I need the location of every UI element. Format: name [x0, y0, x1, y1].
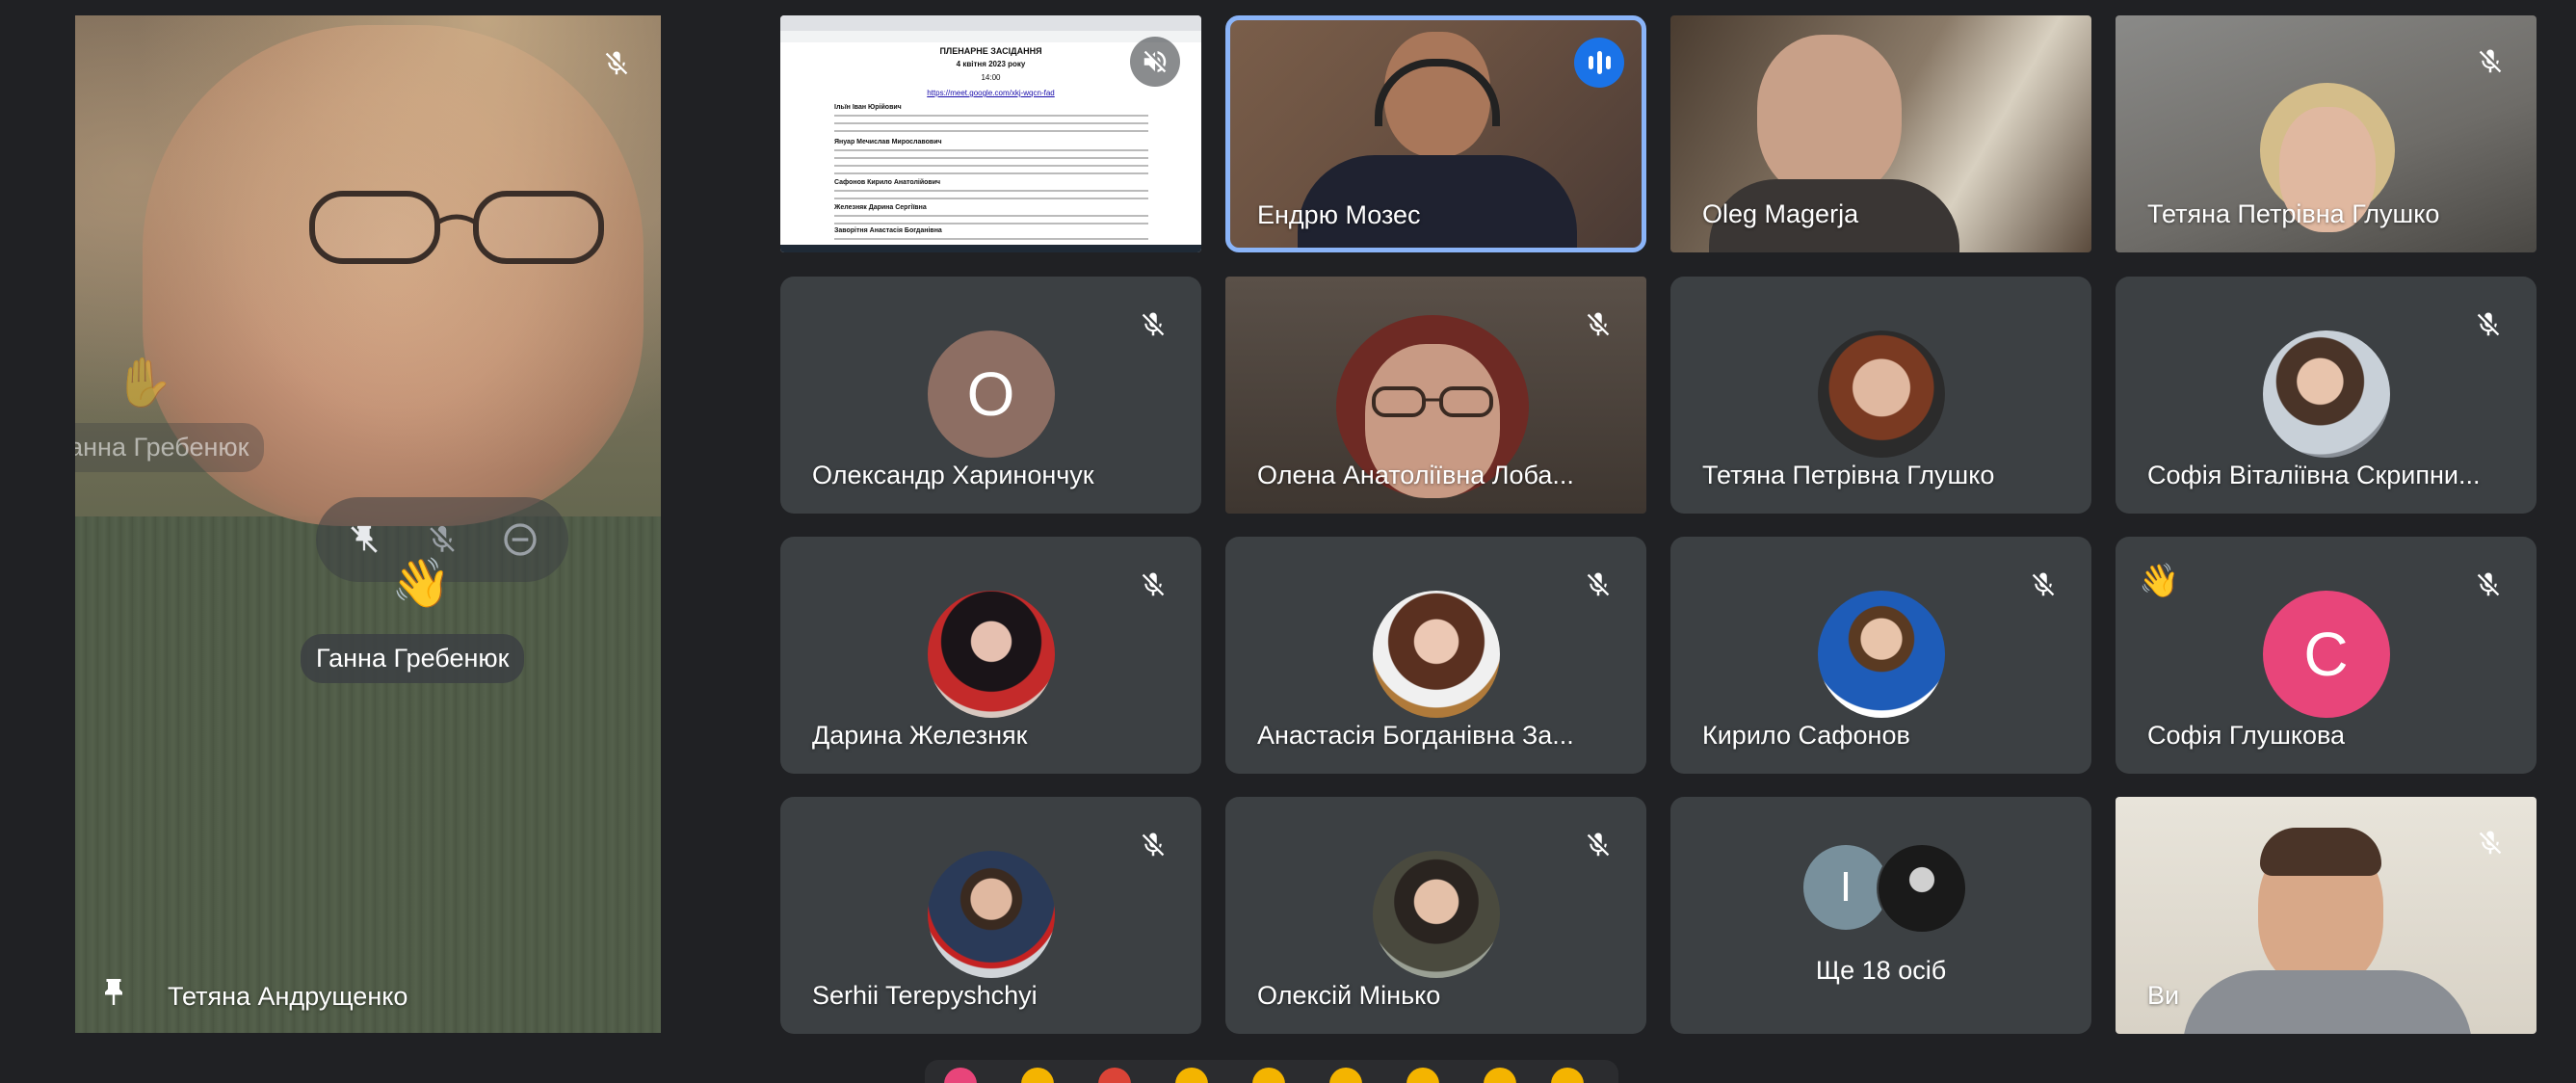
doc-text-block: [834, 115, 1148, 132]
participant-name: Олексій Мінько: [1257, 981, 1441, 1010]
participant-name: Ендрю Мозес: [1257, 200, 1421, 229]
doc-line: Януар Мечислав Мирославович: [834, 139, 942, 145]
more-participants-label: Ще 18 осіб: [1815, 956, 1947, 985]
avatar-photo: [1817, 591, 1945, 718]
participant-name: Анастасія Богданівна За...: [1257, 721, 1574, 750]
audio-wave-icon: [1574, 38, 1624, 88]
tile-glushko-photo[interactable]: Тетяна Петрівна Глушко: [1670, 277, 2091, 514]
doc-text-block: [834, 149, 1148, 174]
hand-label-ghost: Ганна Гребенюк: [75, 423, 265, 472]
tile-kharynonchuk[interactable]: О Олександр Харинончук: [780, 277, 1201, 514]
mic-off-icon: [1573, 300, 1623, 350]
participant-head: [1757, 35, 1902, 198]
tile-screen-share[interactable]: ПЛЕНАРНЕ ЗАСІДАННЯ 4 квітня 2023 року 14…: [780, 15, 1201, 252]
tile-endrew-mozes[interactable]: Ендрю Мозес: [1225, 15, 1646, 252]
mic-off-icon: [2465, 818, 2515, 868]
browser-bar: [780, 15, 1201, 31]
avatar-letter: С: [2262, 591, 2390, 718]
tile-zhelezniak[interactable]: Дарина Железняк: [780, 537, 1201, 774]
avatar-photo: [927, 591, 1055, 718]
participant-name: Ви: [2147, 981, 2180, 1010]
browser-url-bar: [780, 31, 1201, 42]
reactions-bar[interactable]: [925, 1060, 1618, 1083]
avatar-photo: [1372, 851, 1500, 978]
reaction-sad-icon[interactable]: [1406, 1068, 1439, 1083]
doc-text-block: [834, 190, 1148, 199]
tile-self[interactable]: Ви: [2116, 797, 2537, 1034]
unpin-icon[interactable]: [340, 515, 388, 564]
participant-name: Кирило Сафонов: [1702, 721, 1910, 750]
mic-off-icon: [1128, 820, 1178, 870]
mic-off-icon: [2018, 560, 2068, 610]
pinned-participant-name: Тетяна Андрущенко: [168, 982, 408, 1011]
avatar-photo: [1877, 843, 1967, 934]
tile-terepyshchyi[interactable]: Serhii Terepyshchyi: [780, 797, 1201, 1034]
tile-more-participants[interactable]: І Ще 18 осіб: [1670, 797, 2091, 1034]
participant-body: [2183, 970, 2472, 1034]
reaction-heart-icon[interactable]: [944, 1068, 977, 1083]
avatar-photo: [927, 851, 1055, 978]
hand-label: Ганна Гребенюк: [301, 634, 525, 683]
raised-hand-icon: 👋: [2139, 563, 2180, 599]
participant-name: Тетяна Петрівна Глушко: [1702, 461, 1995, 489]
mic-off-icon: [2465, 37, 2515, 87]
mic-off-icon: [1128, 560, 1178, 610]
raised-hand-ghost-icon: ✋: [114, 356, 174, 409]
participant-name: Serhii Terepyshchyi: [812, 981, 1038, 1010]
speaker-hair: [75, 15, 661, 555]
glasses-shape: [1372, 386, 1493, 417]
tile-lobanova[interactable]: Олена Анатоліївна Лоба...: [1225, 277, 1646, 514]
pinned-tile-andrushchenko[interactable]: ✋ Ганна Гребенюк 👋 Ганна Гребенюк Тетяна…: [75, 15, 661, 1033]
mic-off-icon: [1128, 300, 1178, 350]
participant-name: Олена Анатоліївна Лоба...: [1257, 461, 1574, 489]
reaction-think-icon[interactable]: [1484, 1068, 1516, 1083]
pin-icon: [96, 976, 131, 1016]
mic-off-icon: [1573, 560, 1623, 610]
meet-stage: ✋ Ганна Гребенюк 👋 Ганна Гребенюк Тетяна…: [0, 0, 2576, 1083]
reaction-thumb-icon[interactable]: [1021, 1068, 1054, 1083]
sweater-bg: [75, 516, 661, 1033]
participant-name: Олександр Харинончук: [812, 461, 1094, 489]
participant-hair: [2260, 828, 2381, 876]
tile-minko[interactable]: Олексій Мінько: [1225, 797, 1646, 1034]
mic-off-icon: [2463, 300, 2513, 350]
tile-zavoritnia[interactable]: Анастасія Богданівна За...: [1225, 537, 1646, 774]
tile-glushko-video[interactable]: Тетяна Петрівна Глушко: [2116, 15, 2537, 252]
participant-name: Софія Віталіївна Скрипни...: [2147, 461, 2481, 489]
glasses-shape: [309, 191, 604, 264]
tile-skrypnyk[interactable]: Софія Віталіївна Скрипни...: [2116, 277, 2537, 514]
mic-off-icon: [2463, 560, 2513, 610]
participant-name: Софія Глушкова: [2147, 721, 2346, 750]
reaction-down-icon[interactable]: [1551, 1068, 1584, 1083]
doc-text-block: [834, 215, 1148, 225]
doc-line: Железняк Дарина Сергіївна: [834, 204, 927, 211]
participant-name: Тетяна Петрівна Глушко: [2147, 199, 2440, 228]
doc-line: Ільїн Іван Юрійович: [834, 104, 902, 111]
reaction-laugh-icon[interactable]: [1252, 1068, 1285, 1083]
avatar-photo: [1372, 591, 1500, 718]
taskbar: [780, 245, 1201, 252]
raised-hand-icon: 👋: [391, 556, 452, 610]
mic-off-icon: [1573, 820, 1623, 870]
doc-line: Заворітня Анастасія Богданівна: [834, 227, 942, 234]
tile-safonov[interactable]: Кирило Сафонов: [1670, 537, 2091, 774]
mic-off-icon: [591, 39, 642, 89]
avatar-photo: [2262, 330, 2390, 458]
tile-hlushkova[interactable]: 👋 С Софія Глушкова: [2116, 537, 2537, 774]
reaction-clap-icon[interactable]: [1175, 1068, 1208, 1083]
avatar-photo: [1817, 330, 1945, 458]
doc-link[interactable]: https://meet.google.com/xkj-wqcn-fad: [780, 89, 1201, 97]
mic-off-icon: [1130, 37, 1180, 87]
avatar-letter: О: [927, 330, 1055, 458]
doc-line: Сафонов Кирило Анатолійович: [834, 179, 941, 186]
reaction-party-icon[interactable]: [1098, 1068, 1131, 1083]
participant-name: Oleg Magerja: [1702, 199, 1859, 228]
remove-icon[interactable]: [496, 515, 544, 564]
participant-name: Дарина Железняк: [812, 721, 1028, 750]
avatar-letter: І: [1803, 845, 1888, 930]
tile-oleg-magerja[interactable]: Oleg Magerja: [1670, 15, 2091, 252]
reaction-surprise-icon[interactable]: [1329, 1068, 1362, 1083]
